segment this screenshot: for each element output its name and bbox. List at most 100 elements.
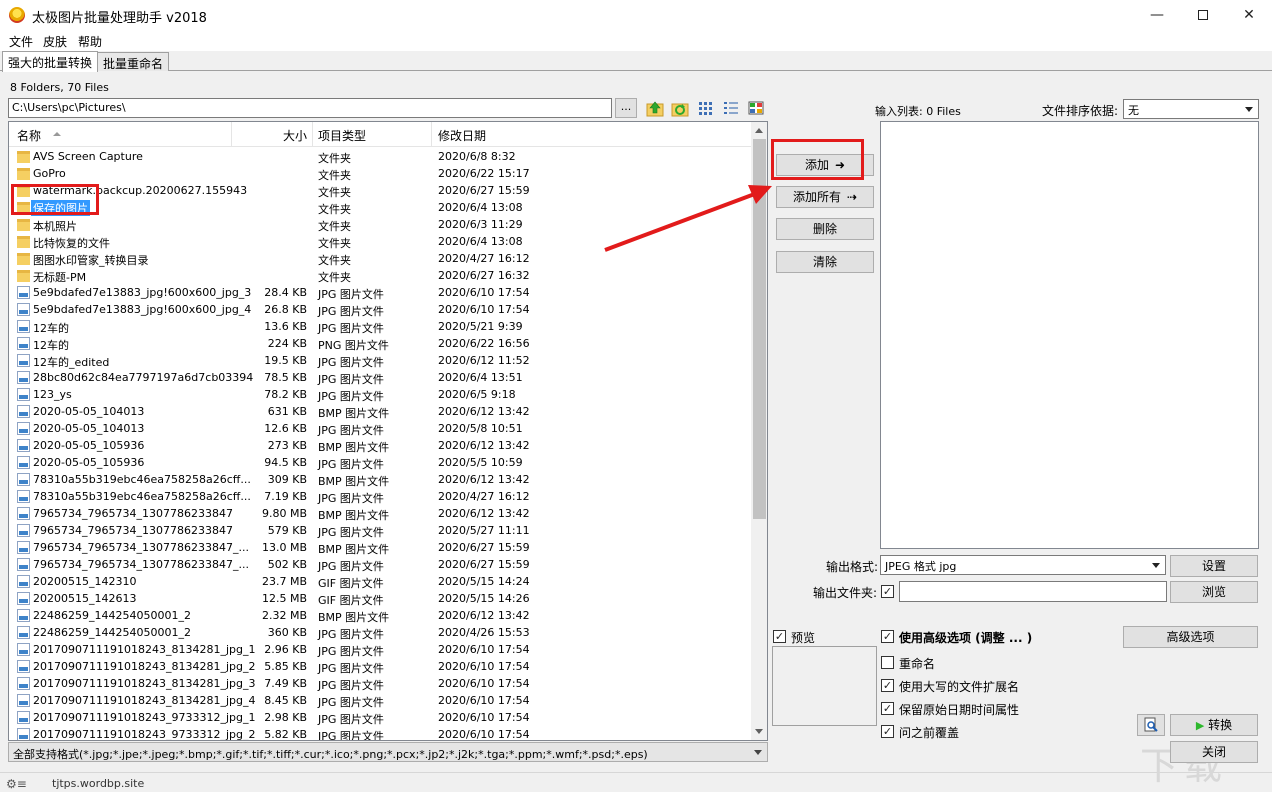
uppercase-ext-checkbox[interactable]: ✓: [881, 679, 894, 692]
column-divider[interactable]: [431, 122, 432, 147]
column-type[interactable]: 项目类型: [318, 127, 366, 144]
file-row[interactable]: 12车的 224 KB PNG 图片文件 2020/6/22 16:56: [9, 335, 751, 352]
file-date: 2020/6/10 17:54: [438, 643, 530, 656]
file-row[interactable]: 12车的 13.6 KB JPG 图片文件 2020/5/21 9:39: [9, 318, 751, 335]
scroll-down-icon[interactable]: [755, 729, 763, 734]
advanced-options-button[interactable]: 高级选项: [1123, 626, 1258, 648]
sort-select[interactable]: 无: [1123, 99, 1259, 119]
file-row[interactable]: 2020-05-05_104013 631 KB BMP 图片文件 2020/6/12…: [9, 403, 751, 420]
file-type-filter[interactable]: 全部支持格式(*.jpg;*.jpe;*.jpeg;*.bmp;*.gif;*.…: [8, 742, 768, 762]
file-row[interactable]: 22486259_144254050001_2 2.32 MB BMP 图片文件 20…: [9, 607, 751, 624]
convert-button[interactable]: ▶ 转换: [1170, 714, 1258, 736]
overwrite-checkbox[interactable]: ✓: [881, 725, 894, 738]
folder-row[interactable]: AVS Screen Capture 文件夹 2020/6/8 8:32: [9, 148, 751, 165]
minimize-button[interactable]: —: [1134, 0, 1180, 30]
column-date[interactable]: 修改日期: [438, 127, 486, 144]
maximize-icon: [1198, 10, 1208, 20]
preview-zoom-button[interactable]: [1137, 714, 1165, 736]
file-type: JPG 图片文件: [318, 492, 384, 505]
view-thumbnails-icon[interactable]: [747, 99, 765, 117]
file-name: 12车的_edited: [33, 356, 110, 369]
image-file-icon: [17, 694, 30, 707]
settings-button[interactable]: 设置: [1170, 555, 1258, 577]
file-row[interactable]: 22486259_144254050001_2 360 KB JPG 图片文件 202…: [9, 624, 751, 641]
browse-output-button[interactable]: 浏览: [1170, 581, 1258, 603]
use-advanced-label: 使用高级选项 (调整 ... ): [899, 631, 1033, 645]
close-window-button[interactable]: ✕: [1226, 0, 1272, 30]
output-format-select[interactable]: JPEG 格式 jpg: [880, 555, 1166, 575]
folder-icon: [17, 236, 30, 248]
refresh-icon[interactable]: [671, 99, 689, 117]
up-folder-icon[interactable]: [646, 99, 664, 117]
file-row[interactable]: 20170907111910​18243_8134281_jpg_2 5.85 K…: [9, 658, 751, 675]
clear-button[interactable]: 清除: [776, 251, 874, 273]
file-row[interactable]: 28bc80d62c84ea7797197a6d7cb03394 78.5 KB J…: [9, 369, 751, 386]
path-input[interactable]: C:\Users\pc\Pictures\: [8, 98, 612, 118]
browse-path-button[interactable]: ...: [615, 98, 637, 118]
column-divider[interactable]: [312, 122, 313, 147]
file-type: JPG 图片文件: [318, 713, 384, 726]
view-details-icon[interactable]: [722, 99, 740, 117]
file-row[interactable]: 2020-05-05_105936 273 KB BMP 图片文件 2020/6/12…: [9, 437, 751, 454]
file-row[interactable]: 12车的_edited 19.5 KB JPG 图片文件 2020/6/12 11:5…: [9, 352, 751, 369]
add-all-button[interactable]: 添加所有 ⇢: [776, 186, 874, 208]
menu-skin[interactable]: 皮肤: [43, 33, 67, 50]
scroll-up-icon[interactable]: [755, 128, 763, 133]
input-file-list[interactable]: [880, 121, 1259, 549]
image-file-icon: [17, 507, 30, 520]
use-advanced-checkbox[interactable]: ✓: [881, 630, 894, 643]
status-text: tjtps.wordbp.site: [52, 777, 145, 790]
delete-button[interactable]: 删除: [776, 218, 874, 240]
folder-row[interactable]: 无标题-PM 文件夹 2020/6/27 16:32: [9, 267, 751, 284]
tab-batch-convert[interactable]: 强大的批量转换: [2, 51, 99, 72]
menu-help[interactable]: 帮助: [78, 33, 102, 50]
image-file-icon: [17, 592, 30, 605]
file-type: 文件夹: [318, 254, 351, 267]
column-size[interactable]: 大小: [283, 127, 307, 144]
keep-date-checkbox[interactable]: ✓: [881, 702, 894, 715]
file-row[interactable]: 7965734_7965734_1307786233847 9.80 MB BMP …: [9, 505, 751, 522]
file-row[interactable]: 20170907111910​18243_8134281_jpg_3 7.49 K…: [9, 675, 751, 692]
maximize-button[interactable]: [1180, 0, 1226, 30]
file-row[interactable]: 7965734_7965734_1307786233847 579 KB JPG 图…: [9, 522, 751, 539]
file-date: 2020/6/10 17:54: [438, 677, 530, 690]
file-row[interactable]: 78310a55b319ebc46ea758258a26cff... 7.19 K…: [9, 488, 751, 505]
file-row[interactable]: 20170907111910​18243_8134281_jpg_4 8.45 K…: [9, 692, 751, 709]
column-divider[interactable]: [231, 122, 232, 147]
file-size: 26.8 KB: [264, 303, 307, 316]
status-bar: ⚙≡ tjtps.wordbp.site: [0, 772, 1272, 792]
column-name[interactable]: 名称: [17, 127, 41, 144]
file-row[interactable]: 2020-05-05_104013 12.6 KB JPG 图片文件 2020/5/8…: [9, 420, 751, 437]
file-name: 20170907111910​18243_8134281_jpg_1: [33, 643, 256, 656]
file-row[interactable]: 20170907111910​18243_9733312_jpg_2 5.82 K…: [9, 726, 751, 740]
file-size: 9.80 MB: [261, 507, 307, 520]
file-name: 28bc80d62c84ea7797197a6d7cb03394: [33, 371, 254, 384]
file-row[interactable]: 78310a55b319ebc46ea758258a26cff... 309 KB…: [9, 471, 751, 488]
tab-batch-rename[interactable]: 批量重命名: [97, 52, 170, 71]
menu-file[interactable]: 文件: [9, 33, 33, 50]
image-file-icon: [17, 371, 30, 384]
file-row[interactable]: 20200515_142613 12.5 MB GIF 图片文件 2020/5/15 …: [9, 590, 751, 607]
file-name: 7965734_7965734_1307786233847: [33, 524, 233, 537]
file-name: 2020-05-05_104013: [33, 422, 145, 435]
file-row[interactable]: 2020-05-05_105936 94.5 KB JPG 图片文件 2020/5/5…: [9, 454, 751, 471]
file-date: 2020/6/3 11:29: [438, 218, 523, 231]
file-name: 5e9bdafed7e13883_jpg!600x600_jpg_4: [33, 303, 252, 316]
file-row[interactable]: 7965734_7965734_1307786233847_... 502 KB J…: [9, 556, 751, 573]
file-row[interactable]: 7965734_7965734_1307786233847_... 13.0 MB…: [9, 539, 751, 556]
file-row[interactable]: 20170907111910​18243_9733312_jpg_1 2.98 K…: [9, 709, 751, 726]
rename-checkbox[interactable]: [881, 656, 894, 669]
preview-checkbox[interactable]: ✓: [773, 630, 786, 643]
view-list-icon[interactable]: [697, 99, 715, 117]
close-button[interactable]: 关闭: [1170, 741, 1258, 763]
file-row[interactable]: 5e9bdafed7e13883_jpg!600x600_jpg_3 28.4 K…: [9, 284, 751, 301]
file-row[interactable]: 20200515_142310 23.7 MB GIF 图片文件 2020/5/15 …: [9, 573, 751, 590]
output-folder-checkbox[interactable]: ✓: [881, 585, 894, 598]
file-row[interactable]: 5e9bdafed7e13883_jpg!600x600_jpg_4 26.8 K…: [9, 301, 751, 318]
output-folder-input[interactable]: [899, 581, 1167, 602]
file-type: BMP 图片文件: [318, 509, 390, 522]
window-title: 太极图片批量处理助手 v2018: [32, 11, 207, 26]
file-row[interactable]: 20170907111910​18243_8134281_jpg_1 2.96 K…: [9, 641, 751, 658]
file-type: 文件夹: [318, 152, 351, 165]
file-row[interactable]: 123_ys 78.2 KB JPG 图片文件 2020/6/5 9:18: [9, 386, 751, 403]
